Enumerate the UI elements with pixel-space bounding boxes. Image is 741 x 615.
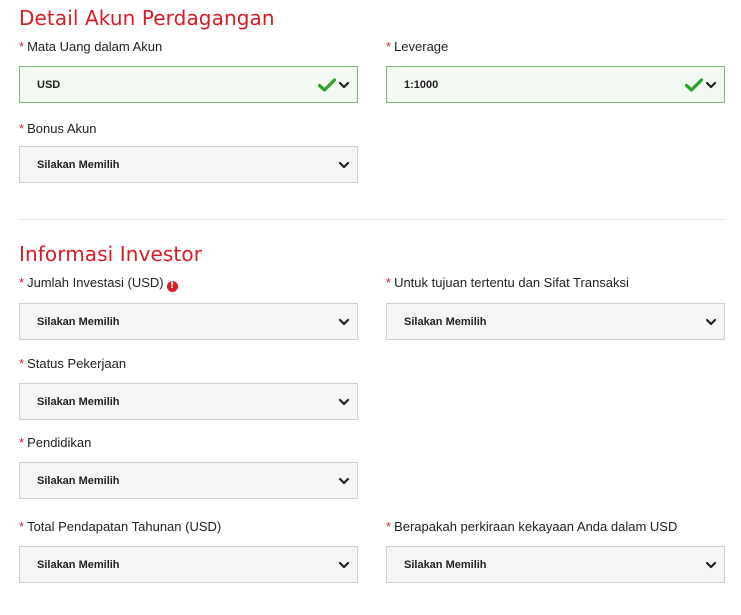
chevron-down-icon <box>705 80 717 90</box>
required-marker: * <box>386 519 392 534</box>
required-marker: * <box>386 275 392 290</box>
leverage-select-value: 1:1000 <box>404 78 439 91</box>
bonus-select-value: Silakan Memilih <box>37 158 120 171</box>
employment-status-select[interactable]: Silakan Memilih <box>19 383 358 420</box>
chevron-down-icon <box>338 160 350 170</box>
bonus-select[interactable]: Silakan Memilih <box>19 146 358 183</box>
checkmark-icon <box>685 77 703 92</box>
chevron-down-icon <box>705 560 717 570</box>
net-worth-select[interactable]: Silakan Memilih <box>386 546 725 583</box>
required-marker: * <box>19 435 25 450</box>
chevron-down-icon <box>338 80 350 90</box>
investment-amount-label: * Jumlah Investasi (USD)! <box>19 275 178 292</box>
chevron-down-icon <box>705 317 717 327</box>
annual-income-label: * Total Pendapatan Tahunan (USD) <box>19 519 222 534</box>
required-marker: * <box>19 275 25 290</box>
required-marker: * <box>19 356 25 371</box>
transaction-purpose-select[interactable]: Silakan Memilih <box>386 303 725 340</box>
investment-amount-select-value: Silakan Memilih <box>37 315 120 328</box>
leverage-label: * Leverage <box>386 39 449 54</box>
checkmark-icon <box>318 77 336 92</box>
net-worth-label: * Berapakah perkiraan kekayaan Anda dalam… <box>386 519 678 534</box>
bonus-label: * Bonus Akun <box>19 121 97 136</box>
chevron-down-icon <box>338 476 350 486</box>
required-marker: * <box>19 121 25 136</box>
chevron-down-icon <box>338 560 350 570</box>
education-select-value: Silakan Memilih <box>37 474 120 487</box>
chevron-down-icon <box>338 317 350 327</box>
net-worth-select-value: Silakan Memilih <box>404 558 487 571</box>
section-title-account-details: Detail Akun Perdagangan <box>19 6 275 30</box>
currency-label: * Mata Uang dalam Akun <box>19 39 163 54</box>
required-marker: * <box>19 39 25 54</box>
currency-select[interactable]: USD <box>19 66 358 103</box>
currency-select-value: USD <box>37 78 61 91</box>
annual-income-select[interactable]: Silakan Memilih <box>19 546 358 583</box>
employment-status-label: * Status Pekerjaan <box>19 356 127 371</box>
section-title-investor-info: Informasi Investor <box>19 242 203 266</box>
transaction-purpose-label: * Untuk tujuan tertentu dan Sifat Transak… <box>386 275 629 290</box>
chevron-down-icon <box>338 397 350 407</box>
section-divider <box>19 219 725 220</box>
transaction-purpose-select-value: Silakan Memilih <box>404 315 487 328</box>
leverage-select[interactable]: 1:1000 <box>386 66 725 103</box>
employment-status-select-value: Silakan Memilih <box>37 395 120 408</box>
required-marker: * <box>386 39 392 54</box>
education-select[interactable]: Silakan Memilih <box>19 462 358 499</box>
investment-amount-select[interactable]: Silakan Memilih <box>19 303 358 340</box>
annual-income-select-value: Silakan Memilih <box>37 558 120 571</box>
required-marker: * <box>19 519 25 534</box>
education-label: * Pendidikan <box>19 435 92 450</box>
info-icon[interactable]: ! <box>166 281 178 292</box>
